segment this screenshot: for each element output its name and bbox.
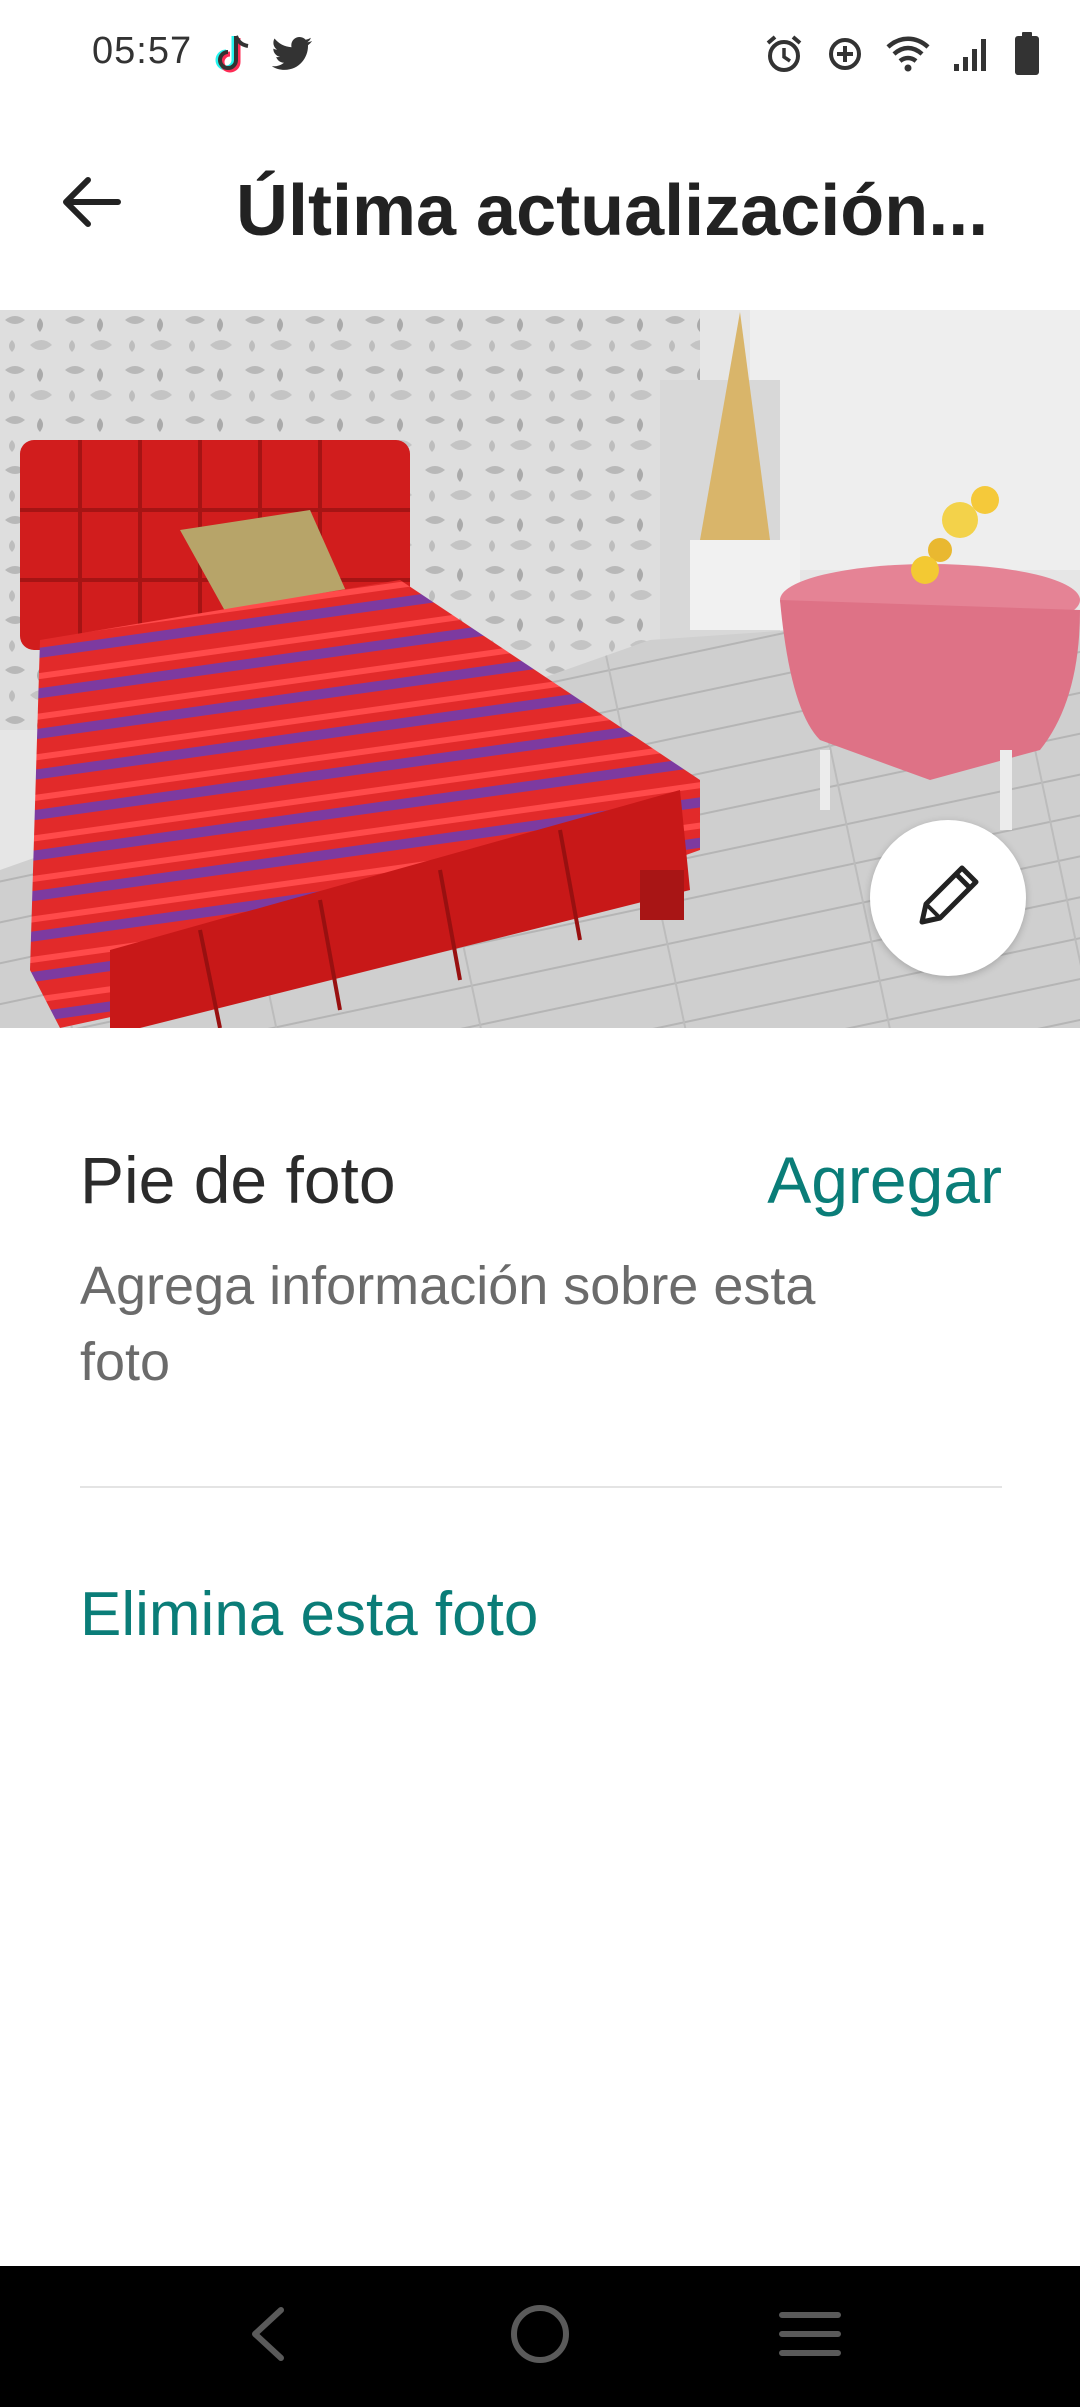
tiktok-icon: [214, 32, 254, 76]
status-bar: 05:57: [0, 0, 1080, 110]
back-chevron-icon: [243, 2304, 293, 2369]
twitter-icon: [272, 36, 314, 72]
app-bar: Última actualización...: [0, 110, 1080, 310]
back-button[interactable]: [40, 152, 144, 256]
wifi-icon: [886, 35, 930, 73]
nav-recents-button[interactable]: [755, 2286, 865, 2386]
system-navigation-bar: [0, 2266, 1080, 2407]
home-circle-icon: [508, 2302, 572, 2371]
data-saver-icon: [826, 35, 864, 73]
arrow-left-icon: [62, 176, 122, 233]
caption-description: Agrega información sobre esta foto: [80, 1256, 816, 1392]
battery-icon: [1014, 32, 1040, 76]
signal-icon: [952, 36, 992, 72]
nav-back-button[interactable]: [213, 2286, 323, 2386]
page-title: Última actualización...: [236, 171, 989, 251]
caption-heading: Pie de foto: [80, 1143, 396, 1217]
edit-photo-button[interactable]: [870, 820, 1026, 976]
pencil-icon: [908, 856, 988, 941]
status-time: 05:57: [92, 30, 193, 72]
menu-icon: [778, 2309, 842, 2364]
nav-home-button[interactable]: [485, 2286, 595, 2386]
divider: [80, 1486, 1002, 1488]
add-caption-link[interactable]: Agregar: [767, 1120, 1002, 1240]
delete-photo-link[interactable]: Elimina esta foto: [80, 1560, 538, 1670]
system-icons: [764, 26, 1040, 82]
alarm-icon: [764, 34, 804, 74]
notification-icons: [214, 30, 314, 78]
